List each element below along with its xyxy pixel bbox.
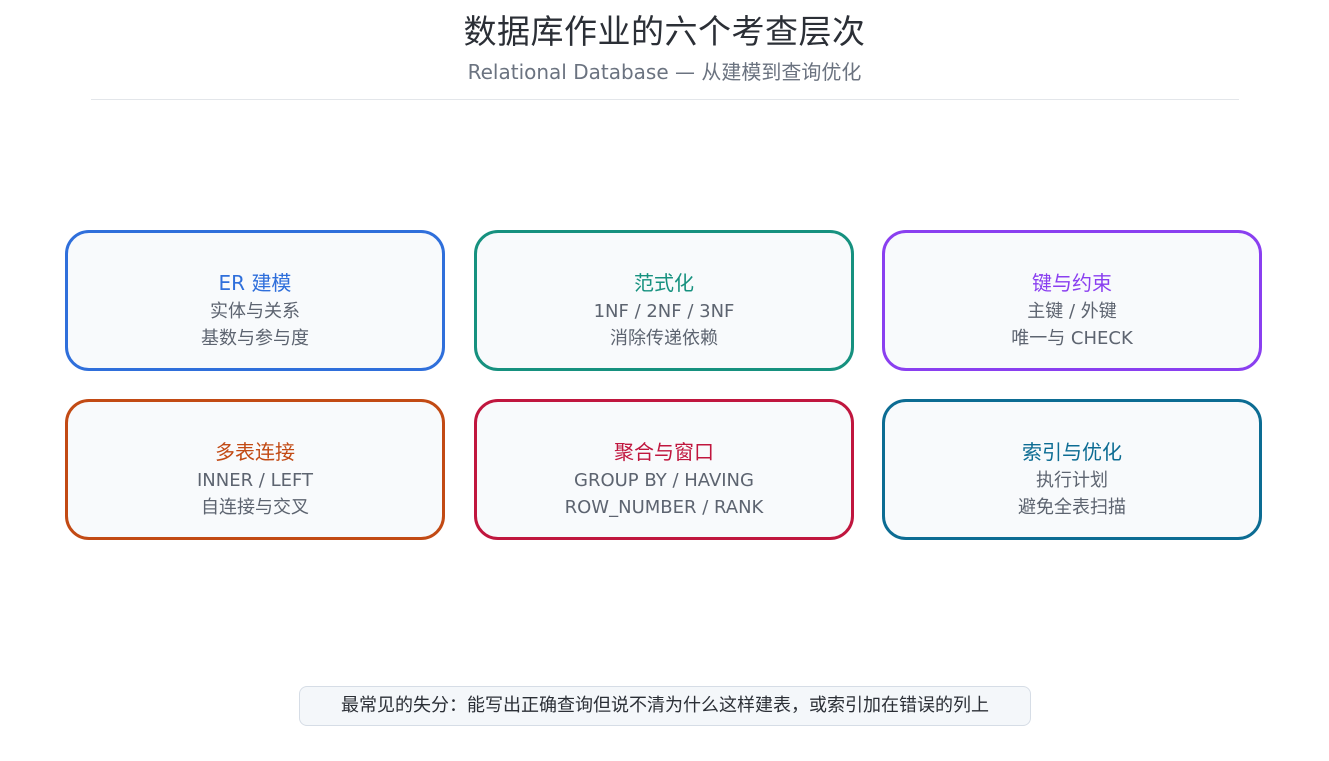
header-divider	[91, 99, 1239, 100]
card-keys-constraints: 键与约束 主键 / 外键 唯一与 CHECK	[882, 230, 1262, 371]
card-title: ER 建模	[218, 271, 292, 295]
card-line: 1NF / 2NF / 3NF	[593, 301, 735, 322]
card-normalization: 范式化 1NF / 2NF / 3NF 消除传递依赖	[474, 230, 854, 371]
footer-note: 最常见的失分：能写出正确查询但说不清为什么这样建表，或索引加在错误的列上	[299, 686, 1031, 726]
card-title: 聚合与窗口	[614, 440, 714, 464]
card-line: GROUP BY / HAVING	[574, 470, 754, 491]
card-index-optimization: 索引与优化 执行计划 避免全表扫描	[882, 399, 1262, 540]
card-line: 唯一与 CHECK	[1011, 328, 1133, 349]
card-line: 消除传递依赖	[610, 328, 718, 349]
card-er-modeling: ER 建模 实体与关系 基数与参与度	[65, 230, 445, 371]
card-line: INNER / LEFT	[196, 470, 314, 491]
card-line: 执行计划	[1036, 470, 1108, 491]
card-multi-table-joins: 多表连接 INNER / LEFT 自连接与交叉	[65, 399, 445, 540]
card-title: 键与约束	[1032, 271, 1112, 295]
card-title: 多表连接	[215, 440, 295, 464]
page-subtitle: Relational Database — 从建模到查询优化	[467, 60, 862, 84]
card-line: 自连接与交叉	[201, 497, 309, 518]
card-line: 实体与关系	[210, 301, 300, 322]
card-line: 避免全表扫描	[1018, 497, 1126, 518]
page-title: 数据库作业的六个考查层次	[463, 12, 866, 51]
card-title: 范式化	[634, 271, 694, 295]
card-line: 主键 / 外键	[1027, 301, 1117, 322]
card-line: 基数与参与度	[201, 328, 309, 349]
card-aggregation-window: 聚合与窗口 GROUP BY / HAVING ROW_NUMBER / RAN…	[474, 399, 854, 540]
card-line: ROW_NUMBER / RANK	[564, 497, 764, 518]
card-title: 索引与优化	[1022, 440, 1122, 464]
